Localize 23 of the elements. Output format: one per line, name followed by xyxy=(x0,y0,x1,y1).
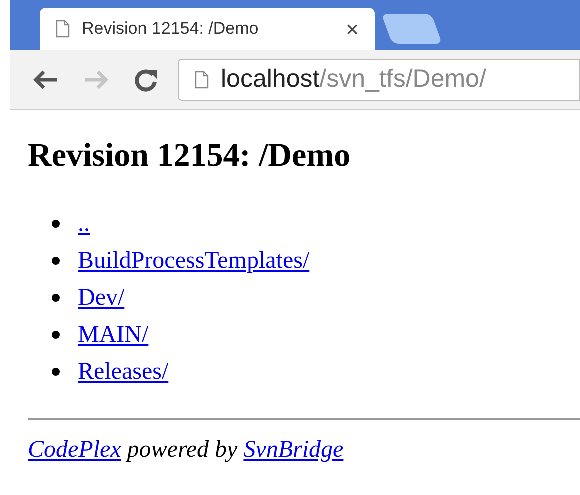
bullet-icon xyxy=(52,330,60,339)
footer-text: powered by xyxy=(127,436,238,466)
tab-title: Revision 12154: /Demo xyxy=(82,18,259,40)
address-field[interactable]: localhost/svn_tfs/Demo/ xyxy=(178,58,580,100)
page-icon xyxy=(195,70,209,88)
directory-link[interactable]: Dev/ xyxy=(78,280,125,316)
bullet-icon xyxy=(52,368,60,376)
codeplex-link[interactable]: CodePlex xyxy=(28,432,122,468)
directory-link[interactable]: MAIN/ xyxy=(78,316,149,353)
svnbridge-link[interactable]: SvnBridge xyxy=(244,432,344,468)
directory-link[interactable]: BuildProcessTemplates/ xyxy=(78,242,310,279)
bullet-icon xyxy=(52,256,60,265)
url-text: localhost/svn_tfs/Demo/ xyxy=(221,64,486,95)
left-arrow-icon xyxy=(33,70,59,90)
directory-link[interactable]: .. xyxy=(78,206,90,242)
bullet-icon xyxy=(52,294,60,302)
bullet-icon xyxy=(52,220,60,228)
browser-tab[interactable]: Revision 12154: /Demo × xyxy=(40,8,375,50)
close-button[interactable]: × xyxy=(346,12,359,46)
page-icon xyxy=(56,20,70,38)
page-heading: Revision 12154: /Demo xyxy=(28,137,352,176)
right-arrow-icon xyxy=(83,70,109,90)
directory-link[interactable]: Releases/ xyxy=(78,354,169,390)
